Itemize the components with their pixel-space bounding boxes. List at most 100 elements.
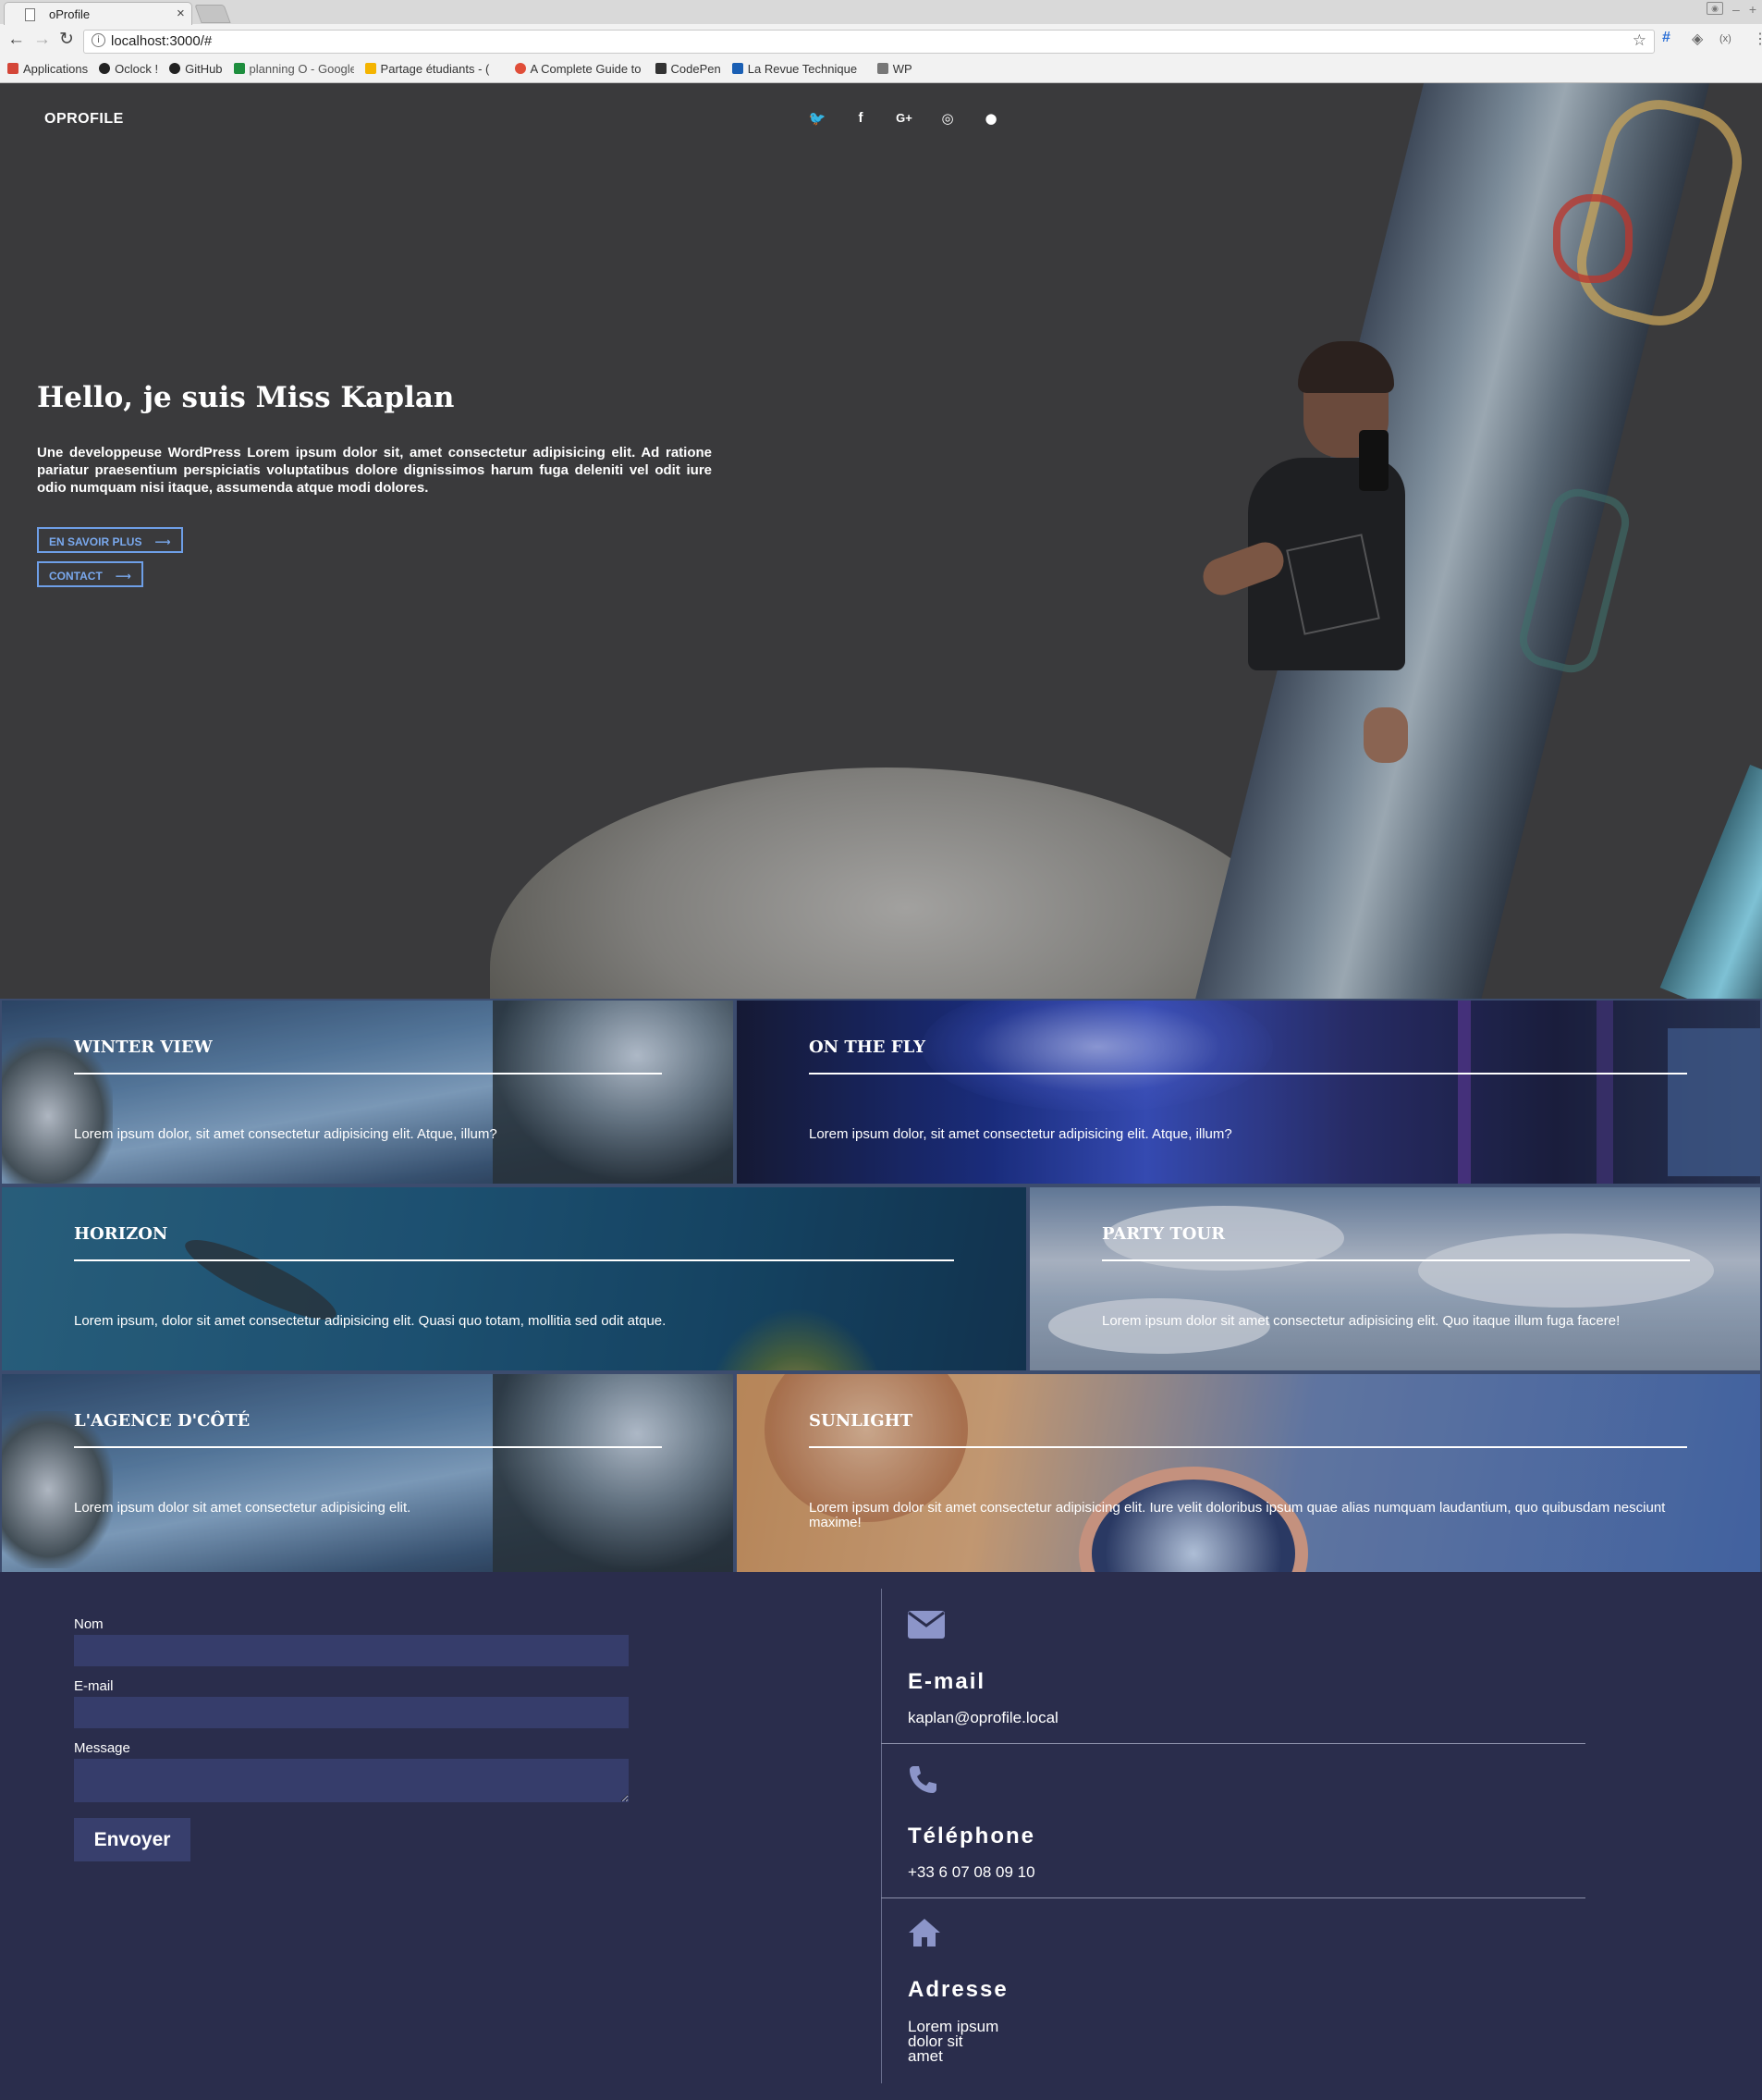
extension-shield-icon[interactable]: ◈ — [1692, 30, 1703, 48]
bookmark-item[interactable]: WP — [876, 61, 912, 76]
window-controls: ◉ – + — [1707, 2, 1756, 17]
reload-icon[interactable]: ↻ — [59, 31, 74, 49]
card-overlay — [737, 1374, 1760, 1572]
site-brand[interactable]: OPROFILE — [44, 111, 124, 128]
card-title: WINTER VIEW — [74, 1038, 213, 1057]
contact-separator — [881, 1897, 1585, 1898]
bookmark-label: planning O - Google — [249, 61, 354, 76]
phone-value[interactable]: +33 6 07 08 09 10 — [908, 1864, 1035, 1880]
card-overlay — [2, 1001, 733, 1184]
home-icon — [909, 1919, 940, 1946]
phone-icon — [910, 1766, 936, 1793]
page-favicon-icon — [25, 8, 35, 21]
bookmark-label: WP — [892, 61, 912, 76]
message-textarea[interactable] — [74, 1759, 629, 1802]
card-overlay — [2, 1374, 733, 1572]
email-label: E-mail — [74, 1678, 114, 1694]
hero-graffiti — [1553, 194, 1633, 283]
card-text: Lorem ipsum, dolor sit amet consectetur … — [74, 1313, 667, 1329]
contact-button[interactable]: CONTACT ⟶ — [37, 561, 143, 587]
card-text: Lorem ipsum dolor sit amet consectetur a… — [809, 1500, 1666, 1530]
profile-icon[interactable]: ◉ — [1707, 2, 1724, 15]
hero-section: OPROFILE 🐦 f G+ ◎ ● Hello, je suis Miss … — [0, 83, 1762, 999]
email-title: E-mail — [908, 1669, 986, 1694]
card-text: Lorem ipsum dolor sit amet consectetur a… — [1102, 1313, 1621, 1329]
project-card-agence[interactable]: L'AGENCE D'CÔTÉ Lorem ipsum dolor sit am… — [0, 1372, 735, 1574]
name-label: Nom — [74, 1616, 104, 1632]
google-plus-icon[interactable]: G+ — [895, 109, 913, 128]
facebook-icon[interactable]: f — [851, 109, 870, 128]
email-input[interactable] — [74, 1697, 629, 1728]
minimize-icon[interactable]: – — [1732, 2, 1740, 17]
browser-chrome: oProfile × ◉ – + ← → ↻ i localhost:3000/… — [0, 0, 1762, 83]
bookmark-item[interactable]: Applications — [7, 62, 88, 76]
bookmark-label: Partage étudiants - ( — [380, 61, 490, 76]
card-divider — [1102, 1259, 1690, 1261]
card-overlay — [1030, 1187, 1760, 1370]
oclock-icon — [99, 63, 111, 74]
bookmark-item[interactable]: La Revue Technique — [731, 61, 866, 76]
bookmark-label: La Revue Technique — [747, 61, 858, 76]
css-tricks-icon — [514, 63, 526, 74]
project-card-on-the-fly[interactable]: ON THE FLY Lorem ipsum dolor, sit amet c… — [735, 999, 1762, 1185]
project-card-party-tour[interactable]: PARTY TOUR Lorem ipsum dolor sit amet co… — [1028, 1185, 1762, 1372]
bookmark-item[interactable]: A Complete Guide to — [514, 62, 644, 76]
extension-grid-icon[interactable]: # — [1662, 30, 1670, 46]
revue-technique-icon — [731, 63, 743, 74]
card-title: PARTY TOUR — [1102, 1224, 1226, 1244]
contact-divider — [881, 1589, 882, 2083]
message-label: Message — [74, 1740, 130, 1756]
card-title: HORIZON — [74, 1224, 168, 1244]
google-drive-icon — [364, 63, 376, 74]
tab-title: oProfile — [49, 7, 91, 21]
hero-rock-image — [490, 768, 1322, 999]
name-input[interactable] — [74, 1635, 629, 1666]
email-value[interactable]: kaplan@oprofile.local — [908, 1710, 1058, 1725]
bookmark-item[interactable]: GitHub — [169, 62, 223, 76]
person-hand — [1364, 707, 1408, 763]
browser-menu-icon[interactable]: ⋮ — [1753, 30, 1762, 48]
bookmark-item[interactable]: Partage étudiants - ( — [364, 61, 504, 76]
bookmarks-bar: Applications Oclock ! GitHub planning O … — [7, 59, 924, 78]
card-divider — [74, 1073, 662, 1075]
person-phone — [1359, 430, 1389, 491]
send-button[interactable]: Envoyer — [74, 1818, 190, 1861]
browser-tab[interactable]: oProfile × — [4, 2, 192, 25]
card-divider — [74, 1259, 954, 1261]
tab-bar: oProfile × ◉ – + — [0, 0, 1762, 25]
card-overlay — [2, 1187, 1026, 1370]
bookmark-label: Oclock ! — [115, 61, 159, 76]
address-bar[interactable]: i localhost:3000/# ☆ — [83, 30, 1655, 54]
person-hair — [1298, 341, 1394, 393]
card-title: ON THE FLY — [809, 1038, 925, 1057]
google-sheets-icon — [233, 63, 245, 74]
bookmark-item[interactable]: planning O - Google — [233, 61, 354, 76]
back-icon[interactable]: ← — [7, 31, 25, 49]
bookmark-star-icon[interactable]: ☆ — [1633, 31, 1646, 50]
hero-person-image — [1197, 338, 1424, 763]
project-card-sunlight[interactable]: SUNLIGHT Lorem ipsum dolor sit amet cons… — [735, 1372, 1762, 1574]
close-tab-icon[interactable]: × — [177, 6, 185, 21]
project-card-horizon[interactable]: HORIZON Lorem ipsum, dolor sit amet cons… — [0, 1185, 1028, 1372]
bookmark-item[interactable]: Oclock ! — [99, 62, 158, 76]
twitter-icon[interactable]: 🐦 — [808, 109, 826, 128]
github-icon[interactable]: ● — [982, 109, 1000, 128]
new-tab-button[interactable] — [194, 5, 231, 23]
bookmark-label: Applications — [23, 61, 89, 76]
card-divider — [809, 1073, 1687, 1075]
arrow-right-icon: ⟶ — [154, 535, 171, 548]
forward-icon[interactable]: → — [33, 31, 51, 49]
instagram-icon[interactable]: ◎ — [938, 109, 957, 128]
project-card-winter-view[interactable]: WINTER VIEW Lorem ipsum dolor, sit amet … — [0, 999, 735, 1185]
github-icon — [169, 63, 181, 74]
site-info-icon[interactable]: i — [92, 33, 105, 47]
envelope-icon — [908, 1611, 945, 1639]
address-title: Adresse — [908, 1977, 1009, 2002]
bookmark-item[interactable]: CodePen — [655, 62, 721, 76]
learn-more-button[interactable]: EN SAVOIR PLUS ⟶ — [37, 527, 183, 553]
extension-fx-icon[interactable]: (x) — [1719, 33, 1731, 44]
address-url[interactable]: localhost:3000/# — [111, 33, 212, 49]
contact-button-label: CONTACT — [49, 570, 103, 583]
hero-title: Hello, je suis Miss Kaplan — [37, 381, 455, 414]
maximize-icon[interactable]: + — [1749, 2, 1756, 17]
